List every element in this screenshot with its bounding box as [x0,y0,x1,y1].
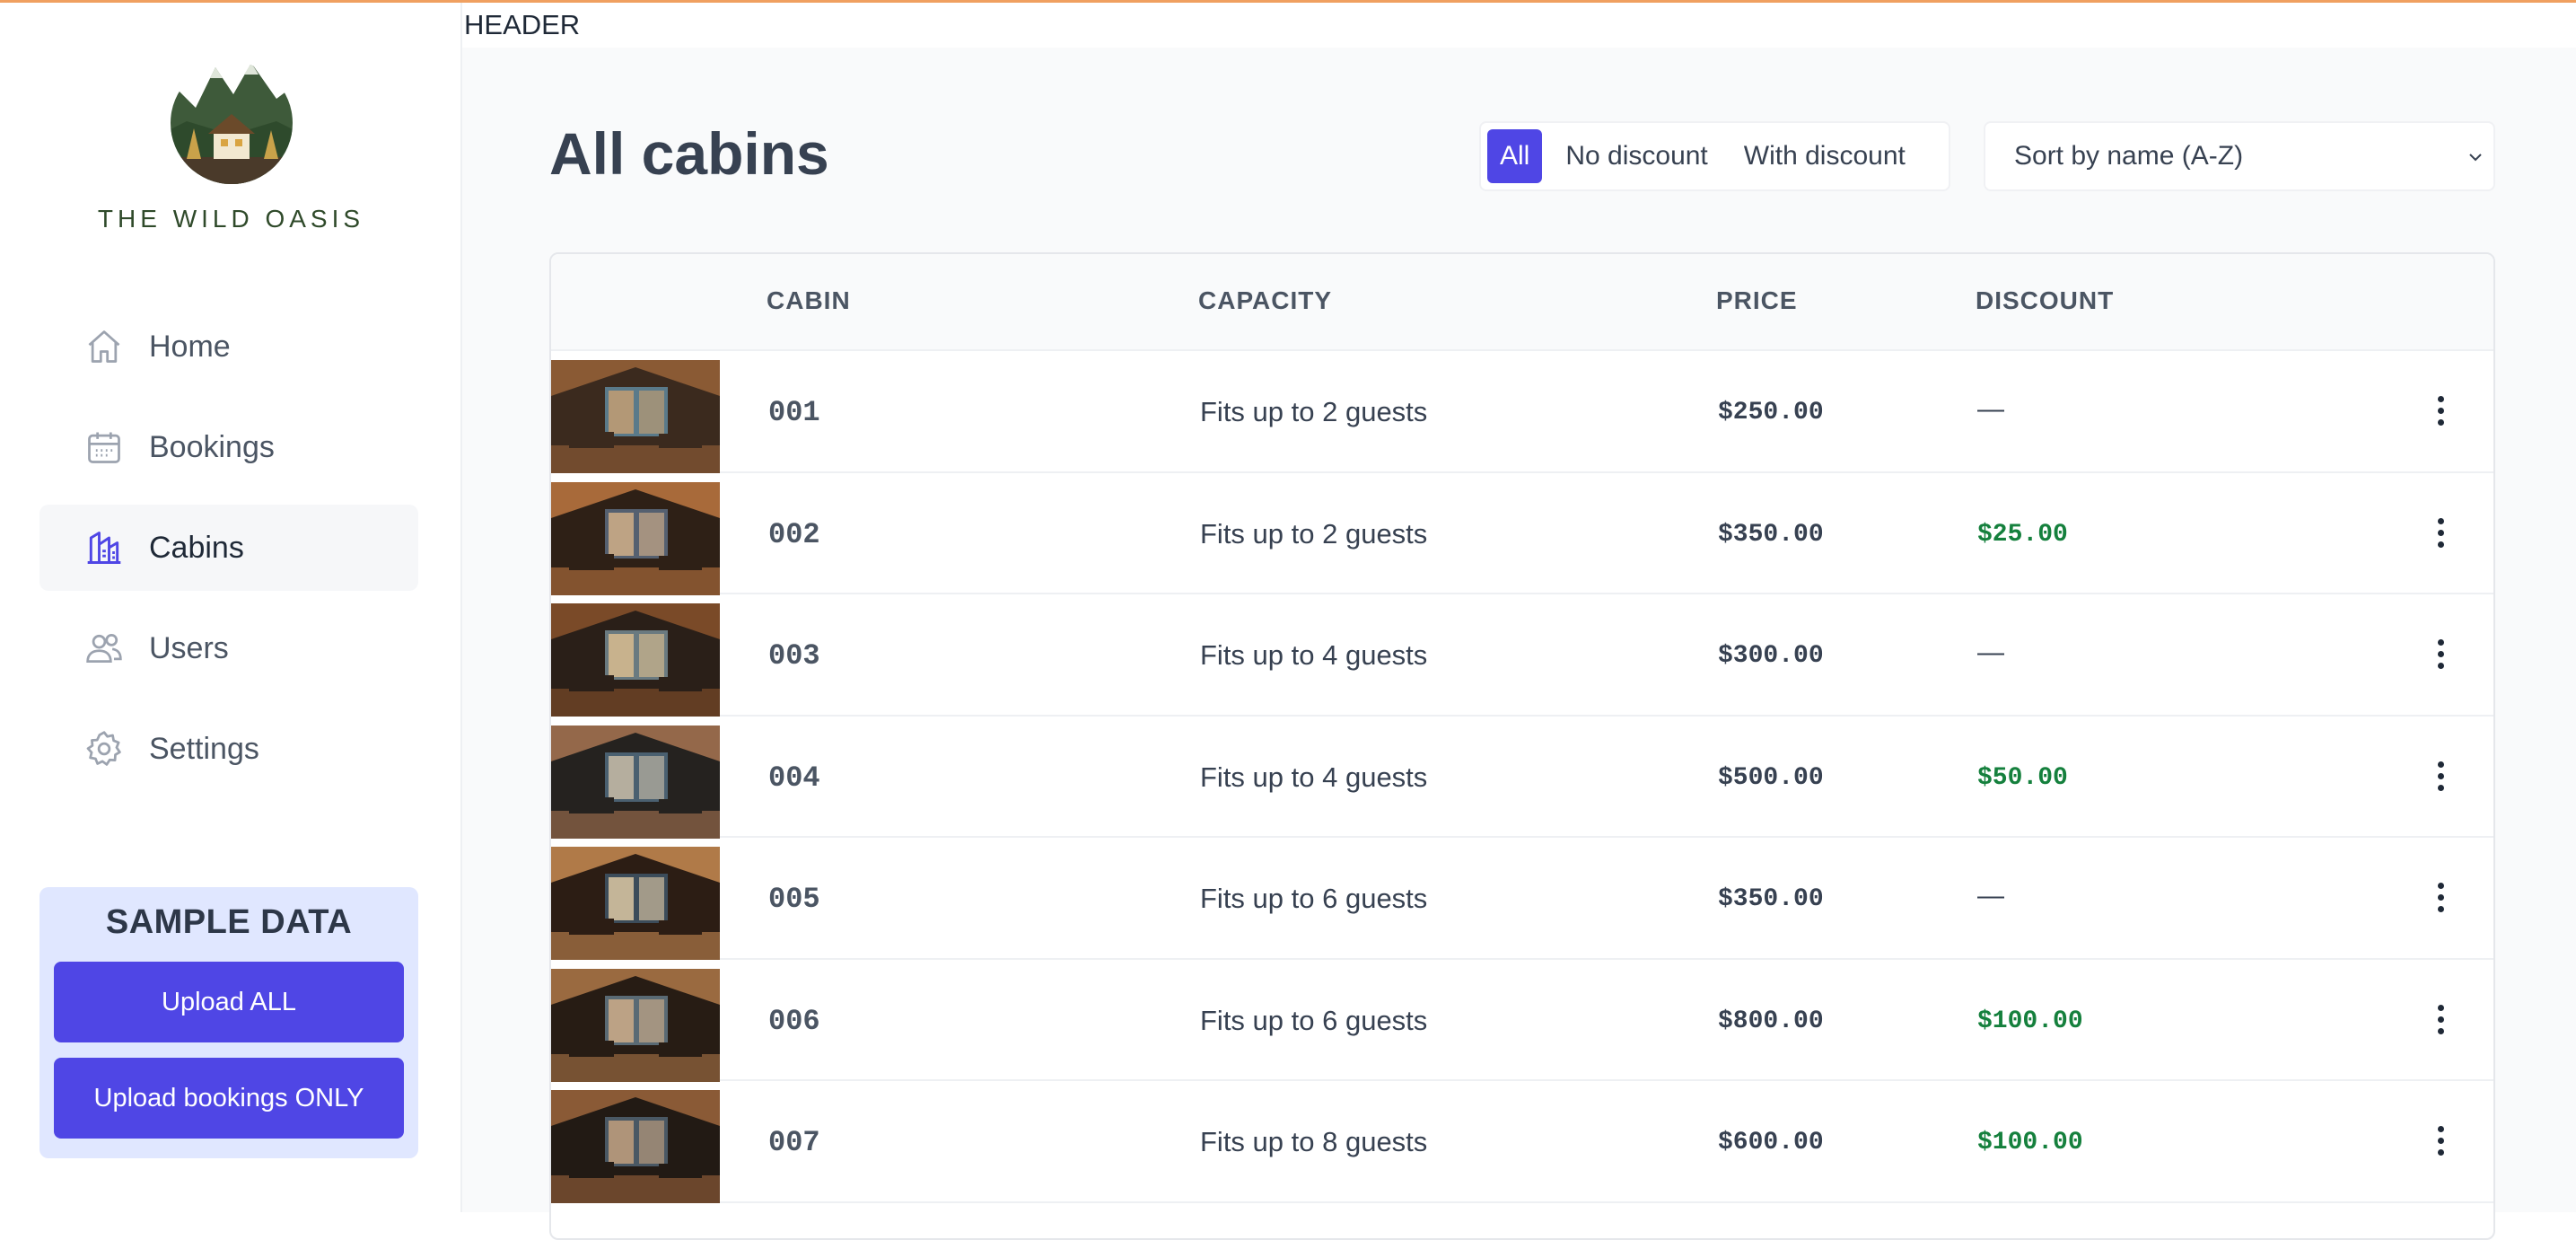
sample-data-title: SAMPLE DATA [105,903,353,941]
main-content: All cabins All No discount With discount… [462,48,2576,1240]
sort-selected-value: Sort by name (A-Z) [2014,141,2244,171]
row-menu-icon[interactable] [2427,514,2454,554]
settings-icon [84,729,124,769]
column-header-price: PRICE [1716,286,1798,314]
cabin-price: $500.00 [1718,763,1824,792]
column-header-discount: DISCOUNT [1976,286,2115,314]
users-icon [84,629,124,668]
logo: THE WILD OASIS [0,58,462,233]
cabin-price: $600.00 [1718,1129,1824,1156]
filter-with-discount-button[interactable]: With discount [1731,129,1918,183]
row-menu-icon[interactable] [2427,636,2454,675]
cabin-thumbnail [551,481,720,595]
table-row: 007 Fits up to 8 guests $600.00 $100.00 [551,1081,2493,1203]
table-row: 006 Fits up to 6 guests $800.00 $100.00 [551,960,2493,1082]
column-header-capacity: CAPACITY [1198,286,1333,314]
sidebar-item-home[interactable]: Home [39,303,418,390]
cabin-thumbnail [551,1090,720,1203]
row-menu-icon[interactable] [2427,758,2454,797]
sidebar-item-label: Bookings [149,429,275,464]
sidebar-item-settings[interactable]: Settings [39,706,418,792]
sidebar-item-cabins[interactable]: Cabins [39,505,418,591]
filter-all-button[interactable]: All [1487,129,1543,183]
cabin-capacity: Fits up to 2 guests [1200,517,1428,550]
cabin-capacity: Fits up to 8 guests [1200,1126,1428,1157]
cabin-name: 007 [768,1126,820,1159]
cabin-name: 002 [768,517,820,551]
cabin-price: $800.00 [1718,1007,1824,1035]
sort-select[interactable]: Sort by name (A-Z) [1984,121,2495,191]
table-body: 001 Fits up to 2 guests $250.00 — 002 Fi… [551,351,2493,1203]
table-header: CABIN CAPACITY PRICE DISCOUNT [551,254,2493,351]
header-label: HEADER [464,9,581,40]
table-row: 002 Fits up to 2 guests $350.00 $25.00 [551,473,2493,595]
cabin-capacity: Fits up to 6 guests [1200,883,1428,914]
row-menu-icon[interactable] [2427,392,2454,432]
sidebar-item-label: Users [149,630,229,665]
cabin-name: 006 [768,1004,820,1038]
sidebar-item-users[interactable]: Users [39,605,418,691]
cabin-price: $350.00 [1718,520,1824,549]
page-title: All cabins [549,120,829,187]
brand-name: THE WILD OASIS [97,205,365,233]
calendar-icon [84,427,124,467]
sidebar: THE WILD OASIS Home Bookings Cabins User… [0,3,462,1212]
table-row: 005 Fits up to 6 guests $350.00 — [551,838,2493,960]
cabin-thumbnail [551,603,720,717]
column-header-cabin: CABIN [767,286,851,314]
cabin-name: 005 [768,883,820,916]
logo-emblem-icon [151,58,312,184]
sidebar-item-label: Home [149,329,231,364]
cabin-discount: — [1977,638,2004,667]
cabin-price: $300.00 [1718,642,1824,670]
chevron-down-icon [2469,154,2482,162]
header: HEADER [462,3,2576,48]
table-row: 003 Fits up to 4 guests $300.00 — [551,594,2493,717]
table-row: 004 Fits up to 4 guests $500.00 $50.00 [551,717,2493,839]
cabin-capacity: Fits up to 4 guests [1200,639,1428,671]
cabin-name: 001 [768,396,820,429]
home-icon [84,327,124,366]
cabin-name: 003 [768,639,820,673]
cabin-discount: $50.00 [1977,763,2068,792]
cabin-capacity: Fits up to 6 guests [1200,1004,1428,1036]
sidebar-item-label: Cabins [149,530,244,565]
sample-data-panel: SAMPLE DATA Upload ALL Upload bookings O… [39,887,418,1158]
upload-bookings-button[interactable]: Upload bookings ONLY [54,1058,404,1139]
cabins-table: CABIN CAPACITY PRICE DISCOUNT 001 Fits u… [549,252,2495,1240]
sidebar-item-label: Settings [149,731,259,766]
cabin-thumbnail [551,725,720,839]
upload-all-button[interactable]: Upload ALL [54,962,404,1042]
cabin-discount: $100.00 [1977,1129,2083,1156]
cabin-thumbnail [551,847,720,960]
cabin-price: $250.00 [1718,399,1824,427]
cabins-icon [84,528,124,567]
table-row: 001 Fits up to 2 guests $250.00 — [551,351,2493,473]
cabin-price: $350.00 [1718,885,1824,913]
cabin-discount: $25.00 [1977,520,2068,549]
sidebar-item-bookings[interactable]: Bookings [39,404,418,490]
cabin-thumbnail [551,968,720,1082]
main-nav: Home Bookings Cabins Users Settings [39,303,418,806]
cabin-thumbnail [551,360,720,473]
discount-filter: All No discount With discount [1479,121,1950,191]
filter-no-discount-button[interactable]: No discount [1553,129,1720,183]
cabin-name: 004 [768,761,820,795]
cabin-capacity: Fits up to 4 guests [1200,761,1428,793]
row-menu-icon[interactable] [2427,1001,2454,1041]
row-menu-icon[interactable] [2427,1122,2454,1162]
cabin-discount: $100.00 [1977,1007,2083,1035]
row-menu-icon[interactable] [2427,879,2454,919]
cabin-capacity: Fits up to 2 guests [1200,396,1428,427]
cabin-discount: — [1977,394,2004,424]
cabin-discount: — [1977,881,2004,910]
